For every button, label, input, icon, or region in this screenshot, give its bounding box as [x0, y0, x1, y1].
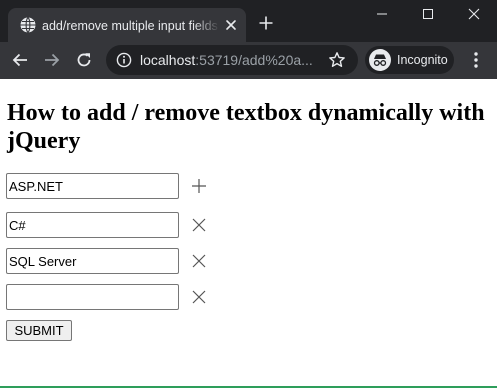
- plus-icon[interactable]: [258, 15, 274, 31]
- plus-icon[interactable]: [191, 178, 207, 194]
- incognito-label: Incognito: [397, 53, 448, 67]
- maximize-button[interactable]: [405, 0, 451, 28]
- incognito-profile-button[interactable]: Incognito: [365, 46, 454, 74]
- close-icon[interactable]: [191, 289, 207, 305]
- window-close-button[interactable]: [451, 0, 497, 28]
- page-title: How to add / remove textbox dynamically …: [7, 100, 485, 154]
- close-icon[interactable]: [191, 253, 207, 269]
- star-icon[interactable]: [328, 51, 346, 69]
- textbox-input[interactable]: [6, 212, 179, 238]
- info-icon[interactable]: [116, 52, 132, 68]
- textbox-input[interactable]: [6, 248, 179, 274]
- browser-tab[interactable]: add/remove multiple input fields: [8, 8, 246, 42]
- url-path: :53719/add%20a...: [195, 52, 313, 68]
- browser-toolbar: localhost:53719/add%20a... Incognito: [0, 42, 497, 79]
- close-icon[interactable]: [224, 18, 238, 32]
- globe-icon: [20, 17, 36, 33]
- close-icon[interactable]: [191, 217, 207, 233]
- more-vert-icon[interactable]: [470, 51, 482, 69]
- incognito-icon: [369, 49, 391, 71]
- address-bar[interactable]: localhost:53719/add%20a...: [106, 45, 358, 75]
- browser-tabstrip: add/remove multiple input fields: [0, 0, 497, 42]
- minimize-icon: [377, 13, 387, 15]
- arrow-left-icon[interactable]: [11, 51, 29, 69]
- maximize-icon: [423, 9, 433, 19]
- submit-button[interactable]: SUBMIT: [6, 320, 72, 341]
- textbox-input[interactable]: [6, 173, 179, 199]
- address-url[interactable]: localhost:53719/add%20a...: [140, 51, 316, 69]
- reload-icon[interactable]: [75, 51, 93, 69]
- url-host: localhost: [140, 52, 196, 68]
- minimize-button[interactable]: [359, 0, 405, 28]
- close-icon: [468, 8, 480, 20]
- arrow-right-icon[interactable]: [43, 51, 61, 69]
- textbox-input[interactable]: [6, 284, 179, 310]
- tab-title: add/remove multiple input fields: [42, 19, 218, 33]
